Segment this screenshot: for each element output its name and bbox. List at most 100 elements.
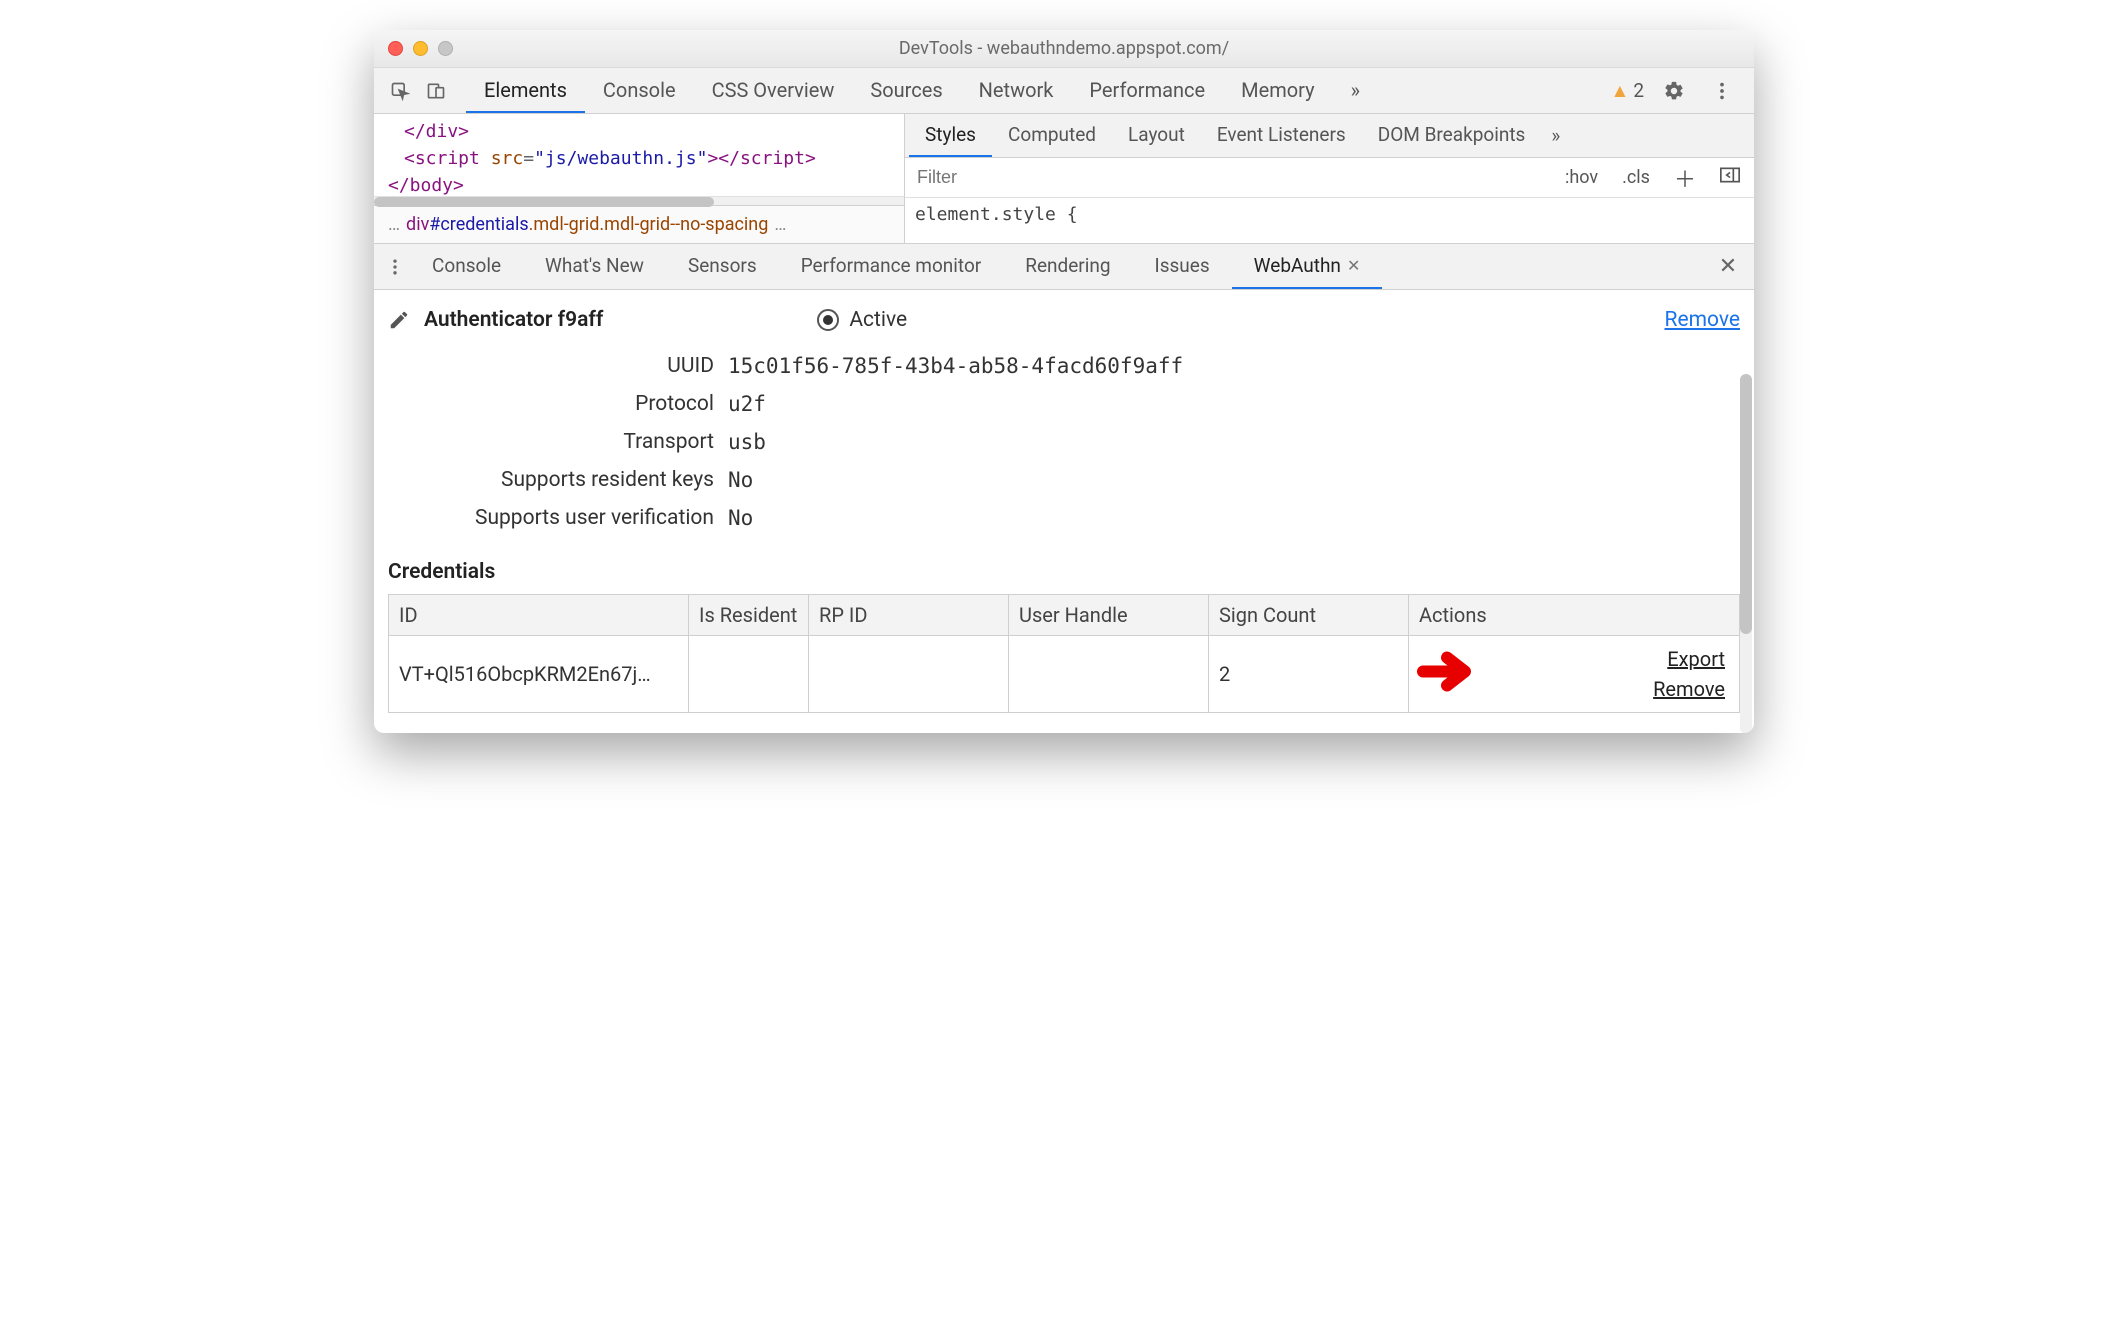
drawer-kebab-icon[interactable]	[380, 244, 410, 289]
webauthn-pane: Authenticator f9aff Active Remove UUID 1…	[374, 290, 1754, 733]
close-window-button[interactable]	[388, 41, 403, 56]
breadcrumb-leading[interactable]: …	[382, 214, 406, 235]
prop-value: u2f	[728, 392, 1740, 416]
cell-id: VT+Ql516ObcpKRM2En67j…	[389, 636, 689, 713]
tab-performance[interactable]: Performance	[1071, 68, 1223, 113]
remove-authenticator-link[interactable]: Remove	[1665, 308, 1741, 332]
kebab-icon[interactable]	[1706, 75, 1738, 107]
cell-user-handle	[1009, 636, 1209, 713]
dom-code[interactable]: </div> <script src="js/webauthn.js"></sc…	[374, 114, 904, 196]
traffic-lights	[374, 41, 453, 56]
window-title: DevTools - webauthndemo.appspot.com/	[374, 38, 1754, 59]
authenticator-title: Authenticator f9aff	[424, 308, 603, 332]
device-toggle-icon[interactable]	[420, 75, 452, 107]
drawer-tabstrip: Console What's New Sensors Performance m…	[374, 244, 1754, 290]
main-tabs: Elements Console CSS Overview Sources Ne…	[466, 68, 1378, 113]
elements-body: </div> <script src="js/webauthn.js"></sc…	[374, 114, 1754, 244]
authenticator-header: Authenticator f9aff Active Remove	[388, 308, 1740, 332]
toggle-sidebar-icon[interactable]	[1714, 165, 1746, 190]
warnings-badge[interactable]: ▲ 2	[1611, 79, 1645, 103]
active-label: Active	[849, 308, 907, 332]
breadcrumb-item[interactable]: div#credentials.mdl-grid.mdl-grid--no-sp…	[406, 214, 768, 235]
col-id: ID	[389, 595, 689, 636]
table-header-row: ID Is Resident RP ID User Handle Sign Co…	[389, 595, 1740, 636]
tab-event-listeners[interactable]: Event Listeners	[1201, 114, 1362, 157]
zoom-window-button[interactable]	[438, 41, 453, 56]
inspect-icon[interactable]	[384, 75, 416, 107]
col-actions: Actions	[1409, 595, 1740, 636]
table-row: VT+Ql516ObcpKRM2En67j… 2 Export Remove	[389, 636, 1740, 713]
warning-count: 2	[1633, 79, 1644, 102]
drawer-tab-perfmon[interactable]: Performance monitor	[779, 244, 1004, 289]
prop-value: usb	[728, 430, 1740, 454]
drawer-tab-webauthn[interactable]: WebAuthn ✕	[1232, 244, 1383, 289]
active-radio[interactable]: Active	[817, 308, 907, 332]
code-line: "js/webauthn.js"	[534, 148, 707, 169]
breadcrumb[interactable]: … div#credentials.mdl-grid.mdl-grid--no-…	[374, 205, 904, 243]
new-style-icon[interactable]: ＋	[1668, 160, 1702, 196]
prop-label: Protocol	[388, 392, 728, 416]
devtools-window: DevTools - webauthndemo.appspot.com/ Ele…	[374, 30, 1754, 733]
vertical-scrollbar[interactable]	[1740, 374, 1752, 733]
tab-computed[interactable]: Computed	[992, 114, 1112, 157]
cell-is-resident	[689, 636, 809, 713]
drawer-tab-issues[interactable]: Issues	[1133, 244, 1232, 289]
close-tab-icon[interactable]: ✕	[1347, 256, 1360, 275]
code-line: ></script>	[707, 148, 815, 169]
authenticator-properties: UUID 15c01f56-785f-43b4-ab58-4facd60f9af…	[388, 354, 1740, 530]
code-line: </body>	[388, 175, 464, 196]
prop-label: Supports user verification	[388, 506, 728, 530]
cell-sign-count: 2	[1209, 636, 1409, 713]
code-line: src	[491, 148, 524, 169]
hov-toggle[interactable]: :hov	[1559, 165, 1604, 190]
col-sign-count: Sign Count	[1209, 595, 1409, 636]
tab-styles[interactable]: Styles	[909, 114, 992, 157]
breadcrumb-trailing[interactable]: …	[768, 214, 792, 235]
radio-icon	[817, 309, 839, 331]
cls-toggle[interactable]: .cls	[1616, 165, 1656, 190]
dom-panel: </div> <script src="js/webauthn.js"></sc…	[374, 114, 904, 243]
code-line: </div>	[404, 121, 469, 142]
styles-tabs-more[interactable]: »	[1541, 114, 1570, 157]
tabs-more[interactable]: »	[1333, 68, 1378, 113]
tab-sources[interactable]: Sources	[852, 68, 960, 113]
window-titlebar: DevTools - webauthndemo.appspot.com/	[374, 30, 1754, 68]
edit-icon[interactable]	[388, 309, 410, 331]
tab-layout[interactable]: Layout	[1112, 114, 1201, 157]
prop-value: 15c01f56-785f-43b4-ab58-4facd60f9aff	[728, 354, 1740, 378]
tab-css-overview[interactable]: CSS Overview	[694, 68, 853, 113]
drawer-tab-webauthn-label: WebAuthn	[1254, 254, 1341, 277]
horizontal-scrollbar[interactable]	[374, 196, 904, 205]
drawer-tab-sensors[interactable]: Sensors	[666, 244, 779, 289]
warning-icon: ▲	[1611, 79, 1630, 103]
tab-elements[interactable]: Elements	[466, 68, 585, 113]
arrow-annotation-icon	[1417, 650, 1477, 699]
tab-console[interactable]: Console	[585, 68, 694, 113]
prop-label: Supports resident keys	[388, 468, 728, 492]
cell-rp-id	[809, 636, 1009, 713]
element-style-rule[interactable]: element.style {	[905, 198, 1754, 231]
credentials-heading: Credentials	[388, 560, 1740, 594]
prop-label: Transport	[388, 430, 728, 454]
styles-filter-input[interactable]	[913, 163, 1559, 192]
prop-value: No	[728, 506, 1740, 530]
tab-network[interactable]: Network	[961, 68, 1072, 113]
credentials-table: ID Is Resident RP ID User Handle Sign Co…	[388, 594, 1740, 713]
styles-tabstrip: Styles Computed Layout Event Listeners D…	[905, 114, 1754, 158]
prop-label: UUID	[388, 354, 728, 378]
tab-dom-breakpoints[interactable]: DOM Breakpoints	[1362, 114, 1542, 157]
minimize-window-button[interactable]	[413, 41, 428, 56]
cell-actions: Export Remove	[1409, 636, 1740, 713]
drawer-tab-console[interactable]: Console	[410, 244, 523, 289]
close-drawer-icon[interactable]: ✕	[1708, 244, 1748, 289]
styles-filter-bar: :hov .cls ＋	[905, 158, 1754, 198]
col-user-handle: User Handle	[1009, 595, 1209, 636]
settings-icon[interactable]	[1658, 75, 1690, 107]
tab-memory[interactable]: Memory	[1223, 68, 1332, 113]
main-tabstrip: Elements Console CSS Overview Sources Ne…	[374, 68, 1754, 114]
code-line: <script	[404, 148, 480, 169]
drawer-tab-rendering[interactable]: Rendering	[1003, 244, 1132, 289]
col-is-resident: Is Resident	[689, 595, 809, 636]
drawer-tab-whatsnew[interactable]: What's New	[523, 244, 666, 289]
styles-panel: Styles Computed Layout Event Listeners D…	[904, 114, 1754, 243]
